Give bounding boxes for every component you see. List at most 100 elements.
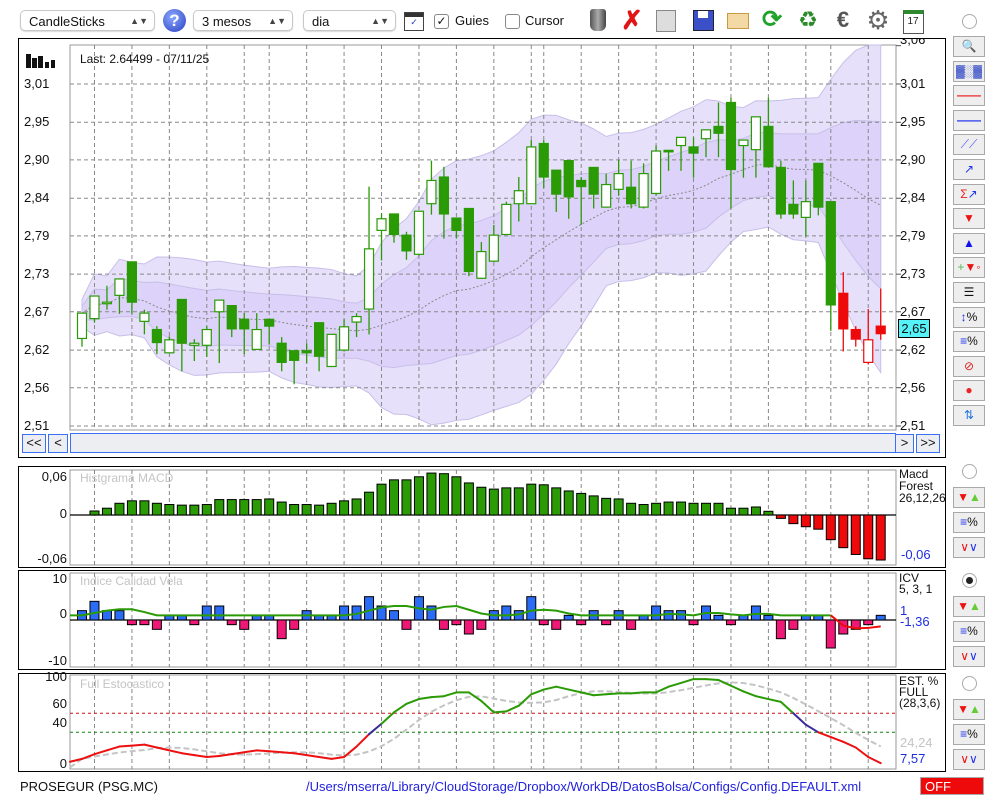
nav-next-button[interactable]: > <box>895 434 914 453</box>
macd-divergence-button[interactable]: ∨∨ <box>953 537 985 558</box>
candle-down <box>688 146 699 154</box>
macd-signal-arrows-button[interactable]: ▼▲ <box>953 487 985 508</box>
macd-bar <box>676 501 687 516</box>
nav-last-button[interactable]: >> <box>916 434 940 453</box>
candle-up <box>650 150 662 195</box>
add-order-button[interactable]: +▼◦ <box>953 257 985 279</box>
candle-down <box>264 318 275 327</box>
lines-percent-button[interactable]: ≡% <box>953 331 985 353</box>
candle-down <box>838 292 849 330</box>
macd-bar <box>513 487 524 516</box>
macd-title: Histgrama MACD <box>80 471 174 485</box>
y-tick-right: 2,62 <box>900 342 926 358</box>
candle-up <box>426 179 437 205</box>
icv-y-tick: -10 <box>48 653 67 668</box>
macd-bar <box>476 486 487 516</box>
sync-button[interactable]: ⇅ <box>953 405 985 426</box>
dashed-lines-button[interactable]: ☰ <box>953 282 985 303</box>
macd-lines-percent-button[interactable]: ≡% <box>953 512 985 533</box>
divergence-icon: ∨∨ <box>960 752 978 766</box>
stoch-panel-radio[interactable] <box>962 676 977 691</box>
macd-bar <box>688 502 699 516</box>
range-percent-button[interactable]: ↕% <box>953 306 985 328</box>
y-tick-left: 2,56 <box>24 379 50 395</box>
icv-panel-radio[interactable] <box>962 573 977 588</box>
icv-bar <box>151 619 162 630</box>
macd-bar <box>588 495 599 516</box>
candle-down <box>813 162 824 208</box>
macd-bar <box>339 500 350 516</box>
stoch-signal-arrows-button[interactable]: ▼▲ <box>953 699 985 720</box>
macd-bar <box>701 502 711 516</box>
blue-line-button[interactable]: —— <box>953 109 985 131</box>
macd-bar <box>663 501 674 516</box>
icv-bar <box>451 619 462 626</box>
icv-bar <box>126 619 137 626</box>
dashed-lines-icon: ☰ <box>963 285 975 299</box>
macd-bar <box>763 510 774 516</box>
volume-profile-button[interactable]: ▓░▓ <box>953 60 985 82</box>
icv-bar <box>763 614 774 621</box>
icv-bar <box>339 605 350 621</box>
stoch-k-segment <box>530 688 545 696</box>
stoch-k-segment <box>255 749 271 753</box>
stoch-k-segment <box>555 685 570 691</box>
plot-border <box>69 469 897 566</box>
stoch-k-segment <box>492 710 508 714</box>
stoch-k-segment <box>630 691 645 695</box>
stoch-k-segment <box>330 756 346 760</box>
stoch-name-3: (28,3,6) <box>899 696 941 710</box>
sum-trendline-button[interactable]: Σ↗ <box>953 183 985 205</box>
date-axis[interactable] <box>70 433 896 453</box>
stoch-y-tick: 0 <box>59 756 67 772</box>
icv-lines-percent-button[interactable]: ≡% <box>953 621 985 642</box>
candle-up <box>526 146 537 205</box>
stoch-title: Full Estocastico <box>80 677 165 691</box>
candle-up <box>488 234 499 262</box>
icv-bar <box>114 610 125 621</box>
bar-chart-icon[interactable] <box>26 52 56 68</box>
icv-bar <box>663 610 674 621</box>
channel-button[interactable]: ⟋⟋ <box>953 134 985 156</box>
stoch-k-segment <box>680 678 695 684</box>
icv-bar <box>276 619 287 640</box>
icv-bar <box>863 619 874 626</box>
buy-arrow-button[interactable]: ▲ <box>953 232 985 254</box>
forbidden-icon: ⊘ <box>963 358 975 373</box>
candle-down <box>663 149 674 153</box>
macd-bar <box>788 514 799 525</box>
red-line-button[interactable]: —— <box>953 85 985 107</box>
candle-down <box>825 201 836 306</box>
stoch-lines-percent-button[interactable]: ≡% <box>953 724 985 745</box>
candle-down <box>850 328 861 340</box>
macd-panel-radio[interactable] <box>962 464 977 479</box>
trendline-button[interactable]: ↗ <box>953 159 985 180</box>
config-path-link[interactable]: /Users/mserra/Library/CloudStorage/Dropb… <box>306 779 861 794</box>
record-button[interactable]: ● <box>953 380 985 402</box>
candle-down <box>151 328 162 344</box>
stoch-y-tick: 100 <box>45 669 67 685</box>
stoch-k-segment <box>605 692 620 696</box>
nav-first-button[interactable]: << <box>22 434 46 453</box>
icv-value-2: -1,36 <box>900 614 930 629</box>
sell-arrow-button[interactable]: ▼ <box>953 208 985 230</box>
status-toggle[interactable]: OFF <box>920 777 984 795</box>
candle-down <box>388 213 400 236</box>
icv-divergence-button[interactable]: ∨∨ <box>953 646 985 667</box>
zoom-button[interactable]: 🔍 <box>953 36 985 57</box>
stoch-k-segment <box>293 752 308 757</box>
nav-prev-button[interactable]: < <box>48 434 68 453</box>
y-tick-left: 2,67 <box>24 303 50 319</box>
candle-down <box>551 169 562 195</box>
icv-bar <box>89 600 100 621</box>
icv-signal-arrows-button[interactable]: ▼▲ <box>953 596 985 617</box>
macd-bar <box>576 492 587 516</box>
y-tick-left: 2,79 <box>24 227 50 243</box>
macd-bar <box>451 476 462 516</box>
stoch-k-segment <box>467 691 483 702</box>
candle-up <box>326 333 337 368</box>
stoch-k-segment <box>280 751 296 755</box>
forbidden-button[interactable]: ⊘ <box>953 355 985 377</box>
y-tick-right: 2,95 <box>900 114 926 130</box>
stoch-divergence-button[interactable]: ∨∨ <box>953 749 985 770</box>
